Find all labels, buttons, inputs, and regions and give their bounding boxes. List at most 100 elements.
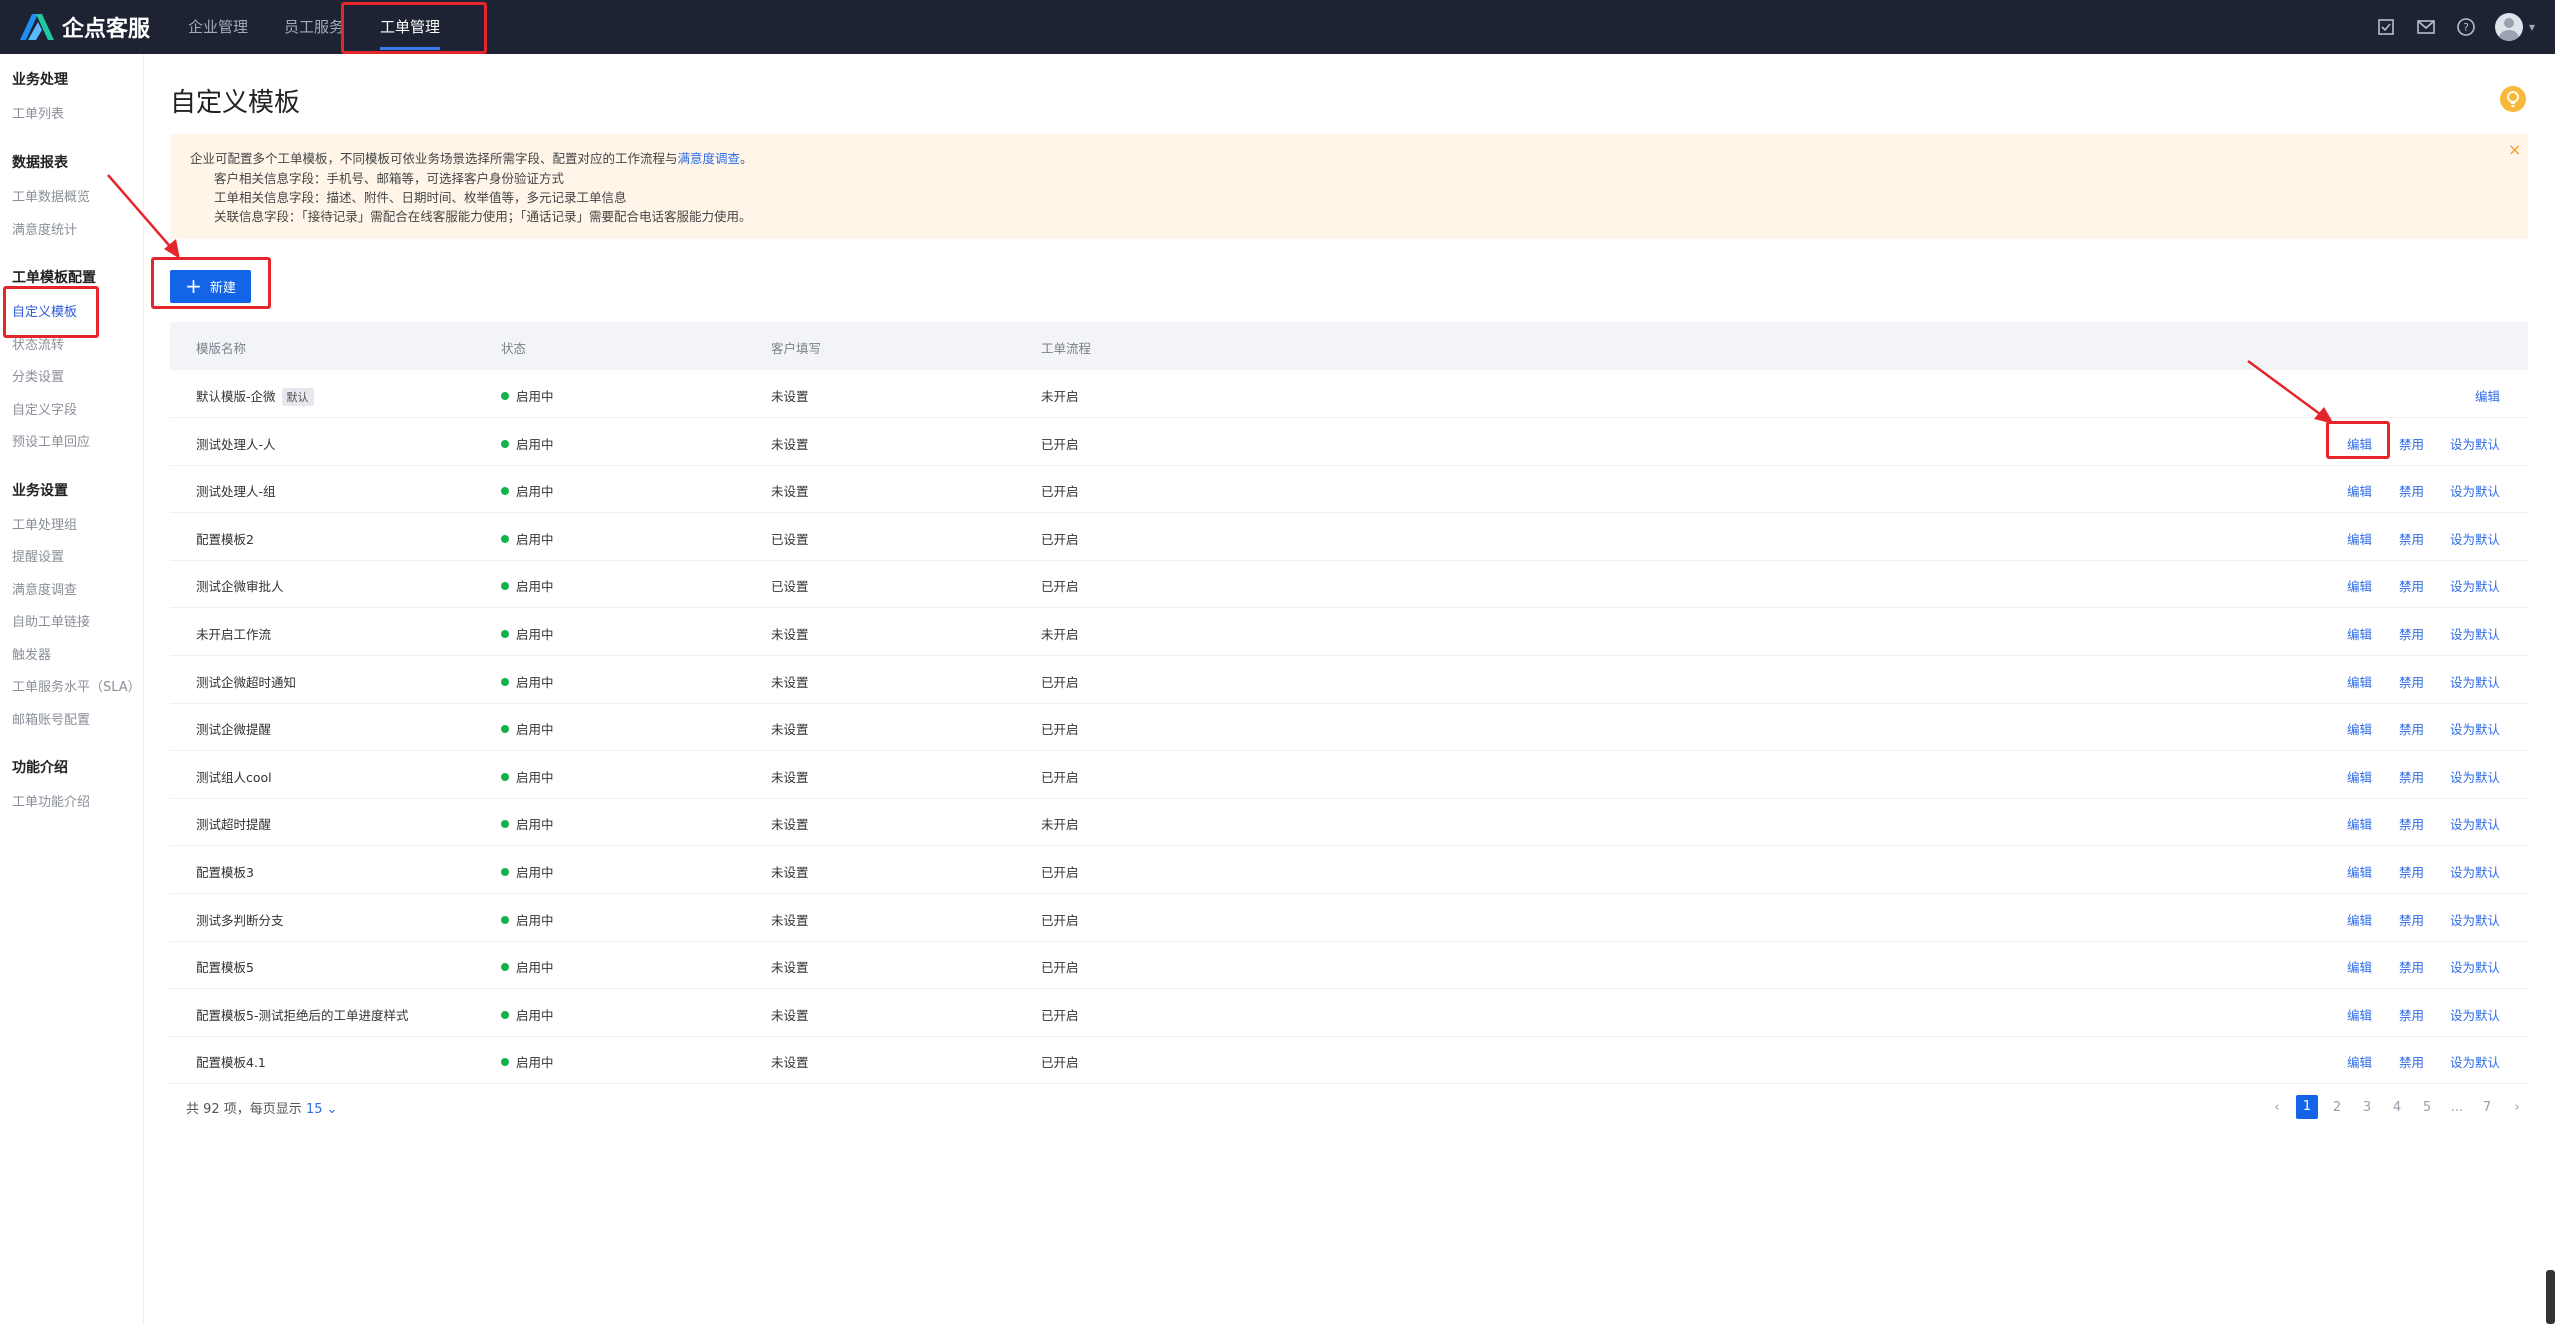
annotation-highlight-topnav <box>341 2 487 54</box>
edit-button[interactable]: 编辑 <box>2347 862 2372 881</box>
page-1[interactable]: 1 <box>2296 1095 2318 1119</box>
disable-button[interactable]: 禁用 <box>2399 957 2424 976</box>
notice-text-suffix: 。 <box>740 151 753 166</box>
sidebar-item-reminder[interactable]: 提醒设置 <box>12 546 64 565</box>
edit-button[interactable]: 编辑 <box>2475 386 2500 405</box>
page-5[interactable]: 5 <box>2412 1100 2442 1115</box>
sidebar-item-satisfaction-survey[interactable]: 满意度调查 <box>12 579 77 598</box>
set-default-button[interactable]: 设为默认 <box>2450 910 2500 929</box>
set-default-button[interactable]: 设为默认 <box>2450 719 2500 738</box>
page-3[interactable]: 3 <box>2352 1100 2382 1115</box>
page-7[interactable]: 7 <box>2472 1100 2502 1115</box>
sidebar-item-ticket-list[interactable]: 工单列表 <box>12 103 64 122</box>
close-icon[interactable]: × <box>2508 140 2521 159</box>
sidebar-item-feature-intro[interactable]: 工单功能介绍 <box>12 791 90 810</box>
mail-icon[interactable] <box>2415 16 2437 38</box>
customer-fill: 未设置 <box>771 389 809 404</box>
set-default-button[interactable]: 设为默认 <box>2450 672 2500 691</box>
table-footer: 共 92 项，每页显示 15 ⌄ <box>186 1098 338 1117</box>
disable-button[interactable]: 禁用 <box>2399 576 2424 595</box>
template-name-text: 配置模板4.1 <box>196 1055 266 1070</box>
page-2[interactable]: 2 <box>2322 1100 2352 1115</box>
edit-button[interactable]: 编辑 <box>2347 672 2372 691</box>
set-default-button[interactable]: 设为默认 <box>2450 767 2500 786</box>
edit-button[interactable]: 编辑 <box>2347 767 2372 786</box>
template-name: 未开启工作流 <box>196 624 271 643</box>
satisfaction-survey-link[interactable]: 满意度调查 <box>678 151 741 166</box>
customer-fill: 未设置 <box>771 1055 809 1070</box>
sidebar-item-mailbox[interactable]: 邮箱账号配置 <box>12 709 90 728</box>
set-default-button[interactable]: 设为默认 <box>2450 576 2500 595</box>
ticket-flow: 已开启 <box>1041 437 1079 452</box>
sidebar-item-ticket-overview[interactable]: 工单数据概览 <box>12 186 90 205</box>
edit-button[interactable]: 编辑 <box>2347 814 2372 833</box>
disable-button[interactable]: 禁用 <box>2399 767 2424 786</box>
prev-page-icon[interactable]: ‹ <box>2262 1100 2292 1115</box>
disable-button[interactable]: 禁用 <box>2399 434 2424 453</box>
set-default-button[interactable]: 设为默认 <box>2450 957 2500 976</box>
col-header-status: 状态 <box>501 341 527 356</box>
status-text: 启用中 <box>516 1055 554 1070</box>
avatar[interactable] <box>2494 13 2523 41</box>
table-row: 配置模板2 启用中 已设置 已开启 编辑 禁用 设为默认 <box>170 513 2528 561</box>
customer-fill: 未设置 <box>771 627 809 642</box>
edit-button[interactable]: 编辑 <box>2347 576 2372 595</box>
edit-button[interactable]: 编辑 <box>2347 910 2372 929</box>
chevron-down-icon[interactable]: ▾ <box>2529 20 2535 34</box>
set-default-button[interactable]: 设为默认 <box>2450 1052 2500 1071</box>
status-dot-icon <box>501 867 509 876</box>
disable-button[interactable]: 禁用 <box>2399 719 2424 738</box>
set-default-button[interactable]: 设为默认 <box>2450 434 2500 453</box>
status-dot-icon <box>501 629 509 638</box>
edit-button[interactable]: 编辑 <box>2347 957 2372 976</box>
topnav-enterprise[interactable]: 企业管理 <box>170 0 266 54</box>
help-icon[interactable]: ? <box>2455 16 2477 38</box>
disable-button[interactable]: 禁用 <box>2399 862 2424 881</box>
set-default-button[interactable]: 设为默认 <box>2450 814 2500 833</box>
template-name: 配置模板5 <box>196 957 254 976</box>
page-4[interactable]: 4 <box>2382 1100 2412 1115</box>
edit-button[interactable]: 编辑 <box>2347 1052 2372 1071</box>
pagination: ‹ 1 2 3 4 5 ... 7 › <box>2262 1094 2532 1120</box>
app-logo[interactable]: 企点客服 <box>18 10 150 44</box>
edit-button[interactable]: 编辑 <box>2347 624 2372 643</box>
template-name-text: 测试处理人-组 <box>196 484 276 499</box>
scrollbar[interactable] <box>2546 1270 2555 1324</box>
disable-button[interactable]: 禁用 <box>2399 910 2424 929</box>
sidebar-item-preset-reply[interactable]: 预设工单回应 <box>12 431 90 450</box>
lightbulb-icon[interactable] <box>2500 86 2526 112</box>
disable-button[interactable]: 禁用 <box>2399 529 2424 548</box>
template-name-text: 测试处理人-人 <box>196 437 276 452</box>
disable-button[interactable]: 禁用 <box>2399 1052 2424 1071</box>
sidebar-item-trigger[interactable]: 触发器 <box>12 644 51 663</box>
sidebar-item-satisfaction-stats[interactable]: 满意度统计 <box>12 219 77 238</box>
sidebar-item-custom-field[interactable]: 自定义字段 <box>12 399 77 418</box>
edit-button[interactable]: 编辑 <box>2347 481 2372 500</box>
disable-button[interactable]: 禁用 <box>2399 814 2424 833</box>
set-default-button[interactable]: 设为默认 <box>2450 624 2500 643</box>
next-page-icon[interactable]: › <box>2502 1100 2532 1115</box>
set-default-button[interactable]: 设为默认 <box>2450 1005 2500 1024</box>
disable-button[interactable]: 禁用 <box>2399 672 2424 691</box>
disable-button[interactable]: 禁用 <box>2399 481 2424 500</box>
disable-button[interactable]: 禁用 <box>2399 1005 2424 1024</box>
page-size-select[interactable]: 15 ⌄ <box>306 1102 338 1117</box>
sidebar-item-category[interactable]: 分类设置 <box>12 366 64 385</box>
status-dot-icon <box>501 486 509 495</box>
sidebar-item-self-service-link[interactable]: 自助工单链接 <box>12 611 90 630</box>
customer-fill: 未设置 <box>771 913 809 928</box>
notice-line-3: 工单相关信息字段：描述、附件、日期时间、枚举值等，多元记录工单信息 <box>214 190 627 205</box>
set-default-button[interactable]: 设为默认 <box>2450 481 2500 500</box>
task-check-icon[interactable] <box>2375 16 2397 38</box>
disable-button[interactable]: 禁用 <box>2399 624 2424 643</box>
sidebar-item-sla[interactable]: 工单服务水平（SLA） <box>12 676 141 695</box>
sidebar-item-handling-group[interactable]: 工单处理组 <box>12 514 77 533</box>
set-default-button[interactable]: 设为默认 <box>2450 862 2500 881</box>
page-ellipsis[interactable]: ... <box>2442 1100 2472 1115</box>
notice-line-2: 客户相关信息字段：手机号、邮箱等，可选择客户身份验证方式 <box>214 171 565 186</box>
edit-button[interactable]: 编辑 <box>2347 529 2372 548</box>
template-name: 配置模板4.1 <box>196 1052 266 1071</box>
set-default-button[interactable]: 设为默认 <box>2450 529 2500 548</box>
edit-button[interactable]: 编辑 <box>2347 1005 2372 1024</box>
edit-button[interactable]: 编辑 <box>2347 719 2372 738</box>
